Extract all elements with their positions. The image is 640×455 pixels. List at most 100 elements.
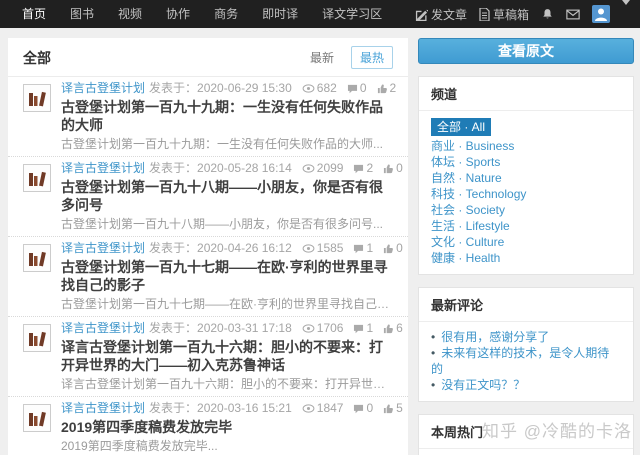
item-meta: 译言古登堡计划 发表于： 2020-06-29 15:30 682 0 2 [61, 81, 397, 96]
item-summary: 2019第四季度稿费发放完毕... [61, 439, 218, 453]
like-count: 0 [383, 161, 403, 176]
envelope-icon [566, 9, 580, 20]
view-count: 2099 [302, 161, 343, 176]
feed-item[interactable]: 译言古登堡计划 发表于： 2020-06-29 15:30 682 0 2 古登… [8, 77, 408, 157]
eye-icon [302, 164, 315, 173]
account-menu-button[interactable] [622, 0, 630, 23]
post-date: 2020-03-16 15:21 [197, 401, 292, 415]
item-title[interactable]: 译言古登堡计划第一百九十六期：胆小的不要来：打开异世界的大门——初入克苏鲁神话 [61, 338, 393, 374]
chevron-down-icon [622, 0, 630, 22]
author-link[interactable]: 译言古登堡计划 [61, 401, 145, 416]
books-icon [23, 244, 51, 272]
channels-panel: 频道 全部 · All 商业 · Business 体坛 · Sports 自然… [418, 76, 634, 275]
item-meta: 译言古登堡计划 发表于： 2020-05-28 16:14 2099 2 0 [61, 161, 403, 176]
speech-bubble-icon [354, 164, 364, 173]
channel-all-selected[interactable]: 全部 · All [431, 118, 492, 136]
like-count: 0 [383, 241, 403, 256]
comment-count: 2 [353, 161, 373, 176]
comment-item: 未来有这样的技术，是令人期待的 [431, 345, 621, 377]
feed-item[interactable]: 译言古登堡计划 发表于： 2020-03-16 15:21 1847 0 5 2… [8, 397, 408, 455]
item-meta: 译言古登堡计划 发表于： 2020-04-26 16:12 1585 1 0 [61, 241, 403, 256]
feed-header: 全部 最新 最热 [8, 38, 408, 77]
item-summary: 古登堡计划第一百九十九期：一生没有任何失败作品的大师... [61, 137, 384, 151]
view-count: 1585 [302, 241, 343, 256]
comment-count: 0 [353, 401, 373, 416]
nav-item-books[interactable]: 图书 [58, 0, 106, 28]
eye-icon [302, 84, 315, 93]
nav-menu: 首页 图书 视频 协作 商务 即时译 译文学习区 [10, 0, 394, 28]
view-count: 1847 [302, 401, 343, 416]
post-date: 2020-05-28 16:14 [197, 161, 292, 175]
nav-item-learning-zone[interactable]: 译文学习区 [310, 0, 394, 28]
feed-item[interactable]: 译言古登堡计划 发表于： 2020-04-26 16:12 1585 1 0 古… [8, 237, 408, 317]
view-count: 682 [302, 81, 337, 96]
post-article-button[interactable]: 发文章 [415, 6, 467, 23]
thumbs-up-icon [384, 164, 394, 174]
sort-hottest-button[interactable]: 最热 [350, 46, 393, 69]
item-title[interactable]: 古登堡计划第一百九十七期——在欧·亨利的世界里寻找自己的影子 [61, 258, 393, 294]
comment-link[interactable]: 没有正文吗？？ [441, 378, 525, 392]
weekly-hot-panel: 本周热门 如何工作更高效以免过度劳累 十四行诗两则 工作中快乐至上 [418, 414, 634, 455]
item-title[interactable]: 2019第四季度稿费发放完毕 [61, 418, 393, 436]
author-link[interactable]: 译言古登堡计划 [61, 161, 145, 176]
bell-icon [541, 7, 554, 21]
nav-actions: 发文章 草稿箱 [415, 0, 630, 23]
speech-bubble-icon [354, 244, 364, 253]
feed-item[interactable]: 译言古登堡计划 发表于： 2020-03-31 17:18 1706 1 6 译… [8, 317, 408, 397]
channel-lifestyle[interactable]: 生活 · Lifestyle [431, 218, 621, 234]
item-title[interactable]: 古登堡计划第一百九十八期——小朋友，你是否有很多问号 [61, 178, 393, 214]
channel-culture[interactable]: 文化 · Culture [431, 234, 621, 250]
channel-business[interactable]: 商业 · Business [431, 138, 621, 154]
comment-item: 没有正文吗？？ [431, 377, 621, 393]
post-date: 2020-03-31 17:18 [197, 321, 292, 335]
comment-count: 1 [353, 321, 373, 336]
eye-icon [302, 404, 315, 413]
item-meta: 译言古登堡计划 发表于： 2020-03-31 17:18 1706 1 6 [61, 321, 403, 336]
item-summary: 古登堡计划第一百九十七期——在欧·亨利的世界里寻找自己的影子... [61, 297, 393, 311]
feed-item[interactable]: 译言古登堡计划 发表于： 2020-05-28 16:14 2099 2 0 古… [8, 157, 408, 237]
like-count: 2 [377, 81, 396, 96]
channel-technology[interactable]: 科技 · Technology [431, 186, 621, 202]
nav-item-home[interactable]: 首页 [10, 0, 58, 28]
books-icon [23, 324, 51, 352]
author-link[interactable]: 译言古登堡计划 [61, 241, 145, 256]
author-link[interactable]: 译言古登堡计划 [61, 81, 145, 96]
user-avatar[interactable] [592, 5, 610, 23]
sort-latest-button[interactable]: 最新 [300, 46, 343, 69]
comment-link[interactable]: 未来有这样的技术，是令人期待的 [431, 346, 609, 376]
eye-icon [302, 324, 315, 333]
books-icon [23, 164, 51, 192]
nav-item-collab[interactable]: 协作 [154, 0, 202, 28]
speech-bubble-icon [347, 84, 357, 93]
latest-comments-panel: 最新评论 很有用，感谢分享了 未来有这样的技术，是令人期待的 没有正文吗？？ [418, 287, 634, 402]
item-summary: 译言古登堡计划第一百九十六期：胆小的不要来：打开异世界的大门——初入克苏鲁神话.… [61, 377, 393, 391]
feed-panel: 全部 最新 最热 译言古登堡计划 发表于： 2020-06-29 15:30 6… [8, 38, 408, 455]
like-count: 6 [383, 321, 403, 336]
sort-controls: 最新 最热 [300, 46, 393, 69]
channel-nature[interactable]: 自然 · Nature [431, 170, 621, 186]
comment-count: 1 [353, 241, 373, 256]
item-meta: 译言古登堡计划 发表于： 2020-03-16 15:21 1847 0 5 [61, 401, 403, 416]
channels-title: 频道 [419, 77, 633, 111]
author-link[interactable]: 译言古登堡计划 [61, 321, 145, 336]
nav-item-instant-translate[interactable]: 即时译 [250, 0, 310, 28]
notifications-button[interactable] [541, 7, 554, 21]
channel-sports[interactable]: 体坛 · Sports [431, 154, 621, 170]
post-date: 2020-04-26 16:12 [197, 241, 292, 255]
messages-button[interactable] [566, 9, 580, 20]
item-title[interactable]: 古登堡计划第一百九十九期：一生没有任何失败作品的大师 [61, 98, 393, 134]
channel-society[interactable]: 社会 · Society [431, 202, 621, 218]
view-original-button[interactable]: 查看原文 [418, 38, 634, 64]
document-icon [479, 7, 490, 21]
speech-bubble-icon [354, 324, 364, 333]
pencil-icon [415, 8, 428, 21]
speech-bubble-icon [354, 404, 364, 413]
drafts-button[interactable]: 草稿箱 [479, 6, 529, 23]
channel-health[interactable]: 健康 · Health [431, 250, 621, 266]
nav-item-video[interactable]: 视频 [106, 0, 154, 28]
sidebar: 查看原文 频道 全部 · All 商业 · Business 体坛 · Spor… [418, 38, 634, 455]
comment-link[interactable]: 很有用，感谢分享了 [441, 330, 549, 344]
like-count: 5 [383, 401, 403, 416]
comment-count: 0 [347, 81, 367, 96]
nav-item-business[interactable]: 商务 [202, 0, 250, 28]
